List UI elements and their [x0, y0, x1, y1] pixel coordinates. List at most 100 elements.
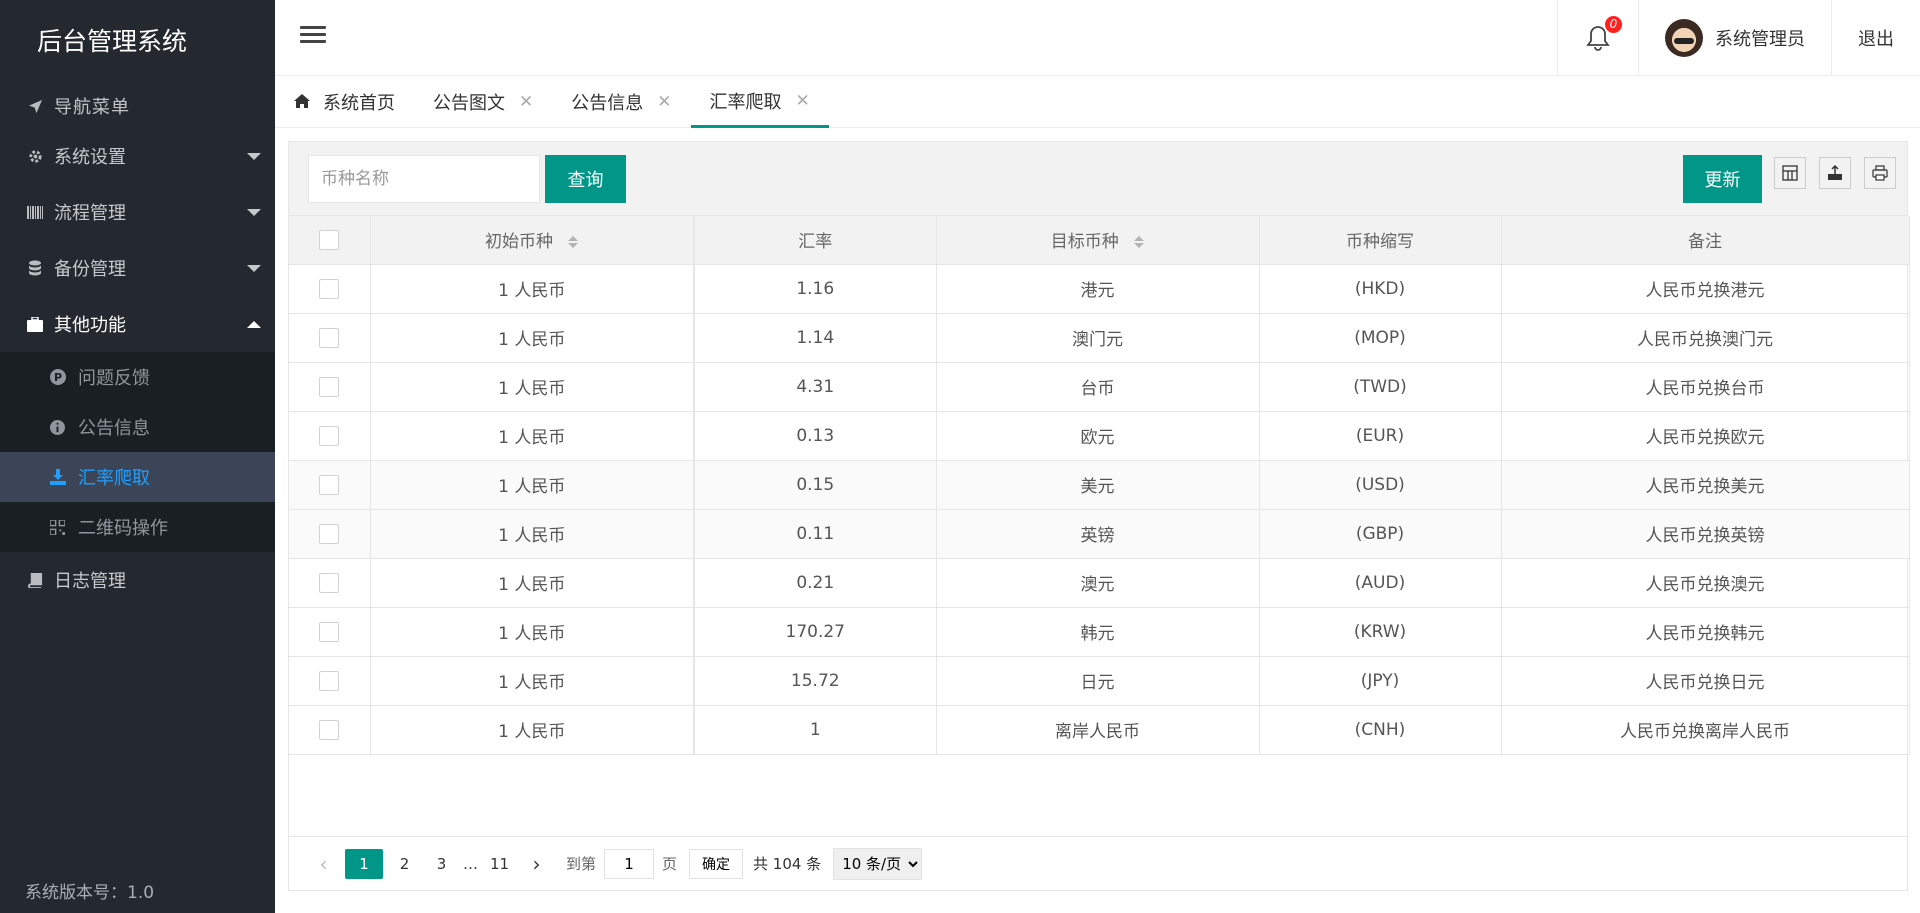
table-header-row: 初始币种 汇率 目标币种 币种缩写 备注: [289, 216, 1910, 265]
p-circle-icon: P: [49, 369, 66, 386]
cell-source-currency: 1 人民币: [370, 558, 695, 608]
cell-abbreviation: (CNH): [1259, 705, 1502, 755]
page-ellipsis: …: [463, 854, 478, 873]
tab-home[interactable]: 系统首页: [275, 76, 414, 128]
notification-badge: 0: [1605, 16, 1622, 33]
table-row[interactable]: 1 人民币 4.31 台币 (TWD) 人民币兑换台币: [289, 362, 1910, 412]
table-row[interactable]: 1 人民币 0.15 美元 (USD) 人民币兑换美元: [289, 460, 1910, 510]
row-checkbox[interactable]: [319, 376, 340, 397]
table-row[interactable]: 1 人民币 0.13 欧元 (EUR) 人民币兑换欧元: [289, 411, 1910, 461]
sort-icon[interactable]: [1134, 236, 1145, 249]
close-icon[interactable]: ✕: [657, 92, 671, 112]
cell-abbreviation: (JPY): [1259, 656, 1502, 706]
logout-label: 退出: [1858, 29, 1894, 50]
close-icon[interactable]: ✕: [796, 91, 810, 111]
row-checkbox[interactable]: [319, 621, 340, 642]
close-icon[interactable]: ✕: [519, 92, 533, 112]
row-select-cell: [289, 705, 371, 755]
logout-button[interactable]: 退出: [1831, 0, 1920, 76]
home-icon: [294, 93, 310, 112]
search-input[interactable]: [308, 155, 540, 203]
row-select-cell: [289, 607, 371, 657]
sidebar-item-feedback[interactable]: P 问题反馈: [0, 352, 275, 402]
avatar: [1665, 19, 1703, 57]
next-page-button[interactable]: ›: [521, 849, 552, 879]
cell-target-currency: 离岸人民币: [936, 705, 1260, 755]
cell-source-currency: 1 人民币: [370, 362, 695, 412]
table-row[interactable]: 1 人民币 15.72 日元 (JPY) 人民币兑换日元: [289, 656, 1910, 706]
sidebar-sub-label: 问题反馈: [78, 368, 150, 389]
sort-icon[interactable]: [568, 236, 579, 249]
cell-source-currency: 1 人民币: [370, 411, 695, 461]
row-checkbox[interactable]: [319, 474, 340, 495]
col-header-abbreviation: 币种缩写: [1259, 216, 1502, 265]
tab-bar: 系统首页 公告图文 ✕ 公告信息 ✕ 汇率爬取 ✕: [275, 76, 1920, 128]
nav-header: 导航菜单: [0, 84, 275, 128]
row-checkbox[interactable]: [319, 523, 340, 544]
sidebar-item-process[interactable]: 流程管理: [0, 184, 275, 240]
cell-source-currency: 1 人民币: [370, 705, 695, 755]
cell-target-currency: 日元: [936, 656, 1260, 706]
prev-page-button[interactable]: ‹: [308, 849, 339, 879]
menu-toggle-icon[interactable]: [300, 22, 326, 48]
select-all-checkbox[interactable]: [319, 229, 340, 250]
cell-rate: 0.21: [693, 558, 937, 608]
col-header-target-currency[interactable]: 目标币种: [936, 216, 1260, 265]
user-menu[interactable]: 系统管理员: [1638, 0, 1831, 76]
row-checkbox[interactable]: [319, 719, 340, 740]
page-button[interactable]: 1: [345, 848, 383, 879]
cell-source-currency: 1 人民币: [370, 264, 695, 314]
row-checkbox[interactable]: [319, 670, 340, 691]
row-select-cell: [289, 313, 371, 363]
table-row[interactable]: 1 人民币 1 离岸人民币 (CNH) 人民币兑换离岸人民币: [289, 705, 1910, 755]
table-row[interactable]: 1 人民币 1.16 港元 (HKD) 人民币兑换港元: [289, 264, 1910, 314]
goto-confirm-button[interactable]: 确定: [689, 848, 744, 879]
row-checkbox[interactable]: [319, 425, 340, 446]
col-header-source-currency[interactable]: 初始币种: [370, 216, 695, 265]
table-row[interactable]: 1 人民币 0.11 英镑 (GBP) 人民币兑换英镑: [289, 509, 1910, 559]
cell-abbreviation: (USD): [1259, 460, 1502, 510]
sidebar-submenu: P 问题反馈 公告信息 汇率爬取 二维码操作: [0, 352, 275, 552]
query-button[interactable]: 查询: [545, 155, 626, 203]
qrcode-icon: [49, 519, 66, 536]
table-row[interactable]: 1 人民币 0.21 澳元 (AUD) 人民币兑换澳元: [289, 558, 1910, 608]
cell-remark: 人民币兑换美元: [1501, 460, 1910, 510]
goto-page-input[interactable]: [604, 848, 655, 879]
tab-exchange-rate[interactable]: 汇率爬取 ✕: [690, 76, 829, 128]
cell-abbreviation: (TWD): [1259, 362, 1502, 412]
svg-text:P: P: [53, 371, 61, 384]
sidebar-item-system-settings[interactable]: 系统设置: [0, 128, 275, 184]
cell-target-currency: 英镑: [936, 509, 1260, 559]
update-button[interactable]: 更新: [1683, 155, 1762, 203]
row-select-cell: [289, 558, 371, 608]
page-size-select[interactable]: 10 条/页: [833, 847, 923, 880]
row-checkbox[interactable]: [319, 278, 340, 299]
page-button[interactable]: 11: [484, 849, 515, 879]
page-button[interactable]: 2: [389, 849, 420, 879]
cell-abbreviation: (HKD): [1259, 264, 1502, 314]
sidebar-item-announcement[interactable]: 公告信息: [0, 402, 275, 452]
tab-notice-image[interactable]: 公告图文 ✕: [414, 76, 552, 128]
notification-button[interactable]: 0: [1557, 0, 1638, 76]
sidebar-item-qrcode[interactable]: 二维码操作: [0, 502, 275, 552]
tab-notice-info[interactable]: 公告信息 ✕: [552, 76, 690, 128]
sidebar-item-logs[interactable]: 日志管理: [0, 552, 275, 608]
cell-target-currency: 美元: [936, 460, 1260, 510]
export-icon[interactable]: [1819, 157, 1851, 189]
print-icon[interactable]: [1864, 157, 1896, 189]
sidebar-item-exchange-rate[interactable]: 汇率爬取: [0, 452, 275, 502]
table-row[interactable]: 1 人民币 1.14 澳门元 (MOP) 人民币兑换澳门元: [289, 313, 1910, 363]
cell-remark: 人民币兑换澳门元: [1501, 313, 1910, 363]
table-row[interactable]: 1 人民币 170.27 韩元 (KRW) 人民币兑换韩元: [289, 607, 1910, 657]
sidebar-item-backup[interactable]: 备份管理: [0, 240, 275, 296]
row-checkbox[interactable]: [319, 572, 340, 593]
sidebar-item-other[interactable]: 其他功能: [0, 296, 275, 352]
row-checkbox[interactable]: [319, 327, 340, 348]
sidebar-item-label: 系统设置: [54, 147, 126, 168]
cell-remark: 人民币兑换韩元: [1501, 607, 1910, 657]
sidebar-item-label: 其他功能: [54, 315, 126, 336]
row-select-cell: [289, 411, 371, 461]
page-button[interactable]: 3: [426, 849, 457, 879]
barcode-icon: [26, 203, 44, 221]
columns-filter-icon[interactable]: [1774, 157, 1806, 189]
